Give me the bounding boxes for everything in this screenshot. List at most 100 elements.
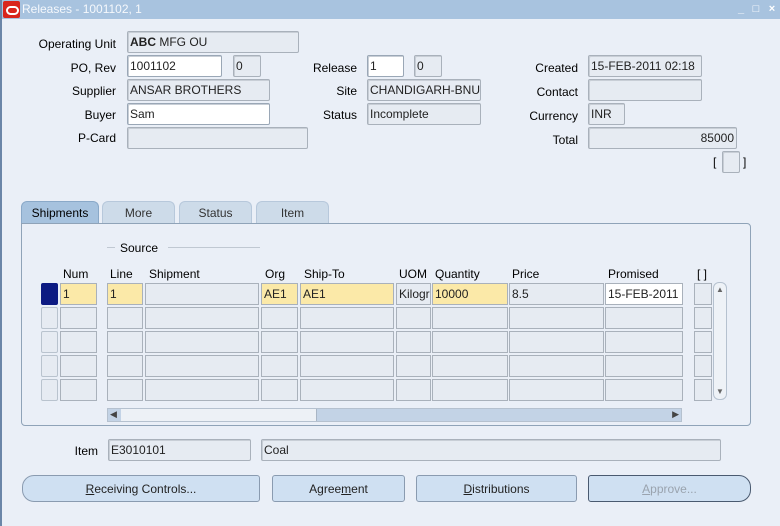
row-selector[interactable] [41, 331, 58, 353]
num-cell[interactable] [60, 379, 97, 401]
price-cell[interactable] [509, 355, 604, 377]
flex-cell[interactable] [694, 331, 712, 353]
close-icon[interactable]: × [766, 3, 778, 15]
uom-cell[interactable] [396, 355, 431, 377]
price-cell[interactable]: 8.5 [509, 283, 604, 305]
flex-cell[interactable] [694, 379, 712, 401]
promised-cell[interactable] [605, 355, 683, 377]
receiving-controls-mnemonic: R [85, 482, 95, 496]
promised-cell[interactable] [605, 307, 683, 329]
minimize-icon[interactable]: _ [735, 3, 747, 15]
line-cell[interactable] [107, 355, 143, 377]
shipment-cell[interactable] [145, 331, 259, 353]
org-cell[interactable] [261, 355, 298, 377]
item-description-field[interactable]: Coal [261, 439, 721, 461]
flex-cell[interactable] [694, 307, 712, 329]
num-cell[interactable] [60, 331, 97, 353]
uom-cell[interactable] [396, 331, 431, 353]
shipment-cell[interactable] [145, 379, 259, 401]
shipment-cell[interactable] [145, 355, 259, 377]
scroll-left-icon[interactable]: ◀ [110, 409, 117, 420]
ship-to-cell[interactable] [300, 355, 394, 377]
quantity-cell[interactable] [432, 355, 508, 377]
tab-item[interactable]: Item [256, 201, 329, 224]
po-number-field[interactable]: 1001102 [127, 55, 222, 77]
uom-cell[interactable] [396, 307, 431, 329]
ship-to-cell[interactable] [300, 379, 394, 401]
shipment-cell[interactable] [145, 307, 259, 329]
maximize-icon[interactable]: □ [750, 3, 762, 15]
site-label: Site [336, 84, 357, 98]
tab-shipments[interactable]: Shipments [21, 201, 99, 224]
price-cell[interactable] [509, 331, 604, 353]
line-cell[interactable] [107, 307, 143, 329]
uom-cell[interactable] [396, 379, 431, 401]
scroll-down-icon[interactable]: ▼ [716, 387, 724, 396]
org-cell[interactable] [261, 307, 298, 329]
agreement-button[interactable]: Agreement [272, 475, 405, 502]
price-cell[interactable] [509, 307, 604, 329]
ship-to-cell[interactable] [300, 331, 394, 353]
uom-cell[interactable]: Kilogram [396, 283, 431, 305]
promised-cell[interactable] [605, 379, 683, 401]
flex-cell[interactable] [694, 355, 712, 377]
operating-unit-label: Operating Unit [38, 37, 116, 51]
currency-field[interactable]: INR [588, 103, 625, 125]
horizontal-scroll-thumb[interactable] [121, 409, 317, 421]
tab-status[interactable]: Status [179, 201, 252, 224]
operating-unit-field[interactable]: ABC MFG OU [127, 31, 299, 53]
quantity-cell[interactable] [432, 379, 508, 401]
num-cell[interactable] [60, 307, 97, 329]
line-cell[interactable] [107, 331, 143, 353]
org-cell[interactable]: AE1 [261, 283, 298, 305]
row-selector[interactable] [41, 307, 58, 329]
contact-field[interactable] [588, 79, 702, 101]
distributions-label: istributions [472, 482, 530, 496]
pcard-field[interactable] [127, 127, 308, 149]
ship-to-cell[interactable] [300, 307, 394, 329]
quantity-cell[interactable] [432, 307, 508, 329]
row-selector[interactable] [41, 355, 58, 377]
tab-more[interactable]: More [102, 201, 175, 224]
promised-cell[interactable]: 15-FEB-2011 [605, 283, 683, 305]
line-cell[interactable] [107, 379, 143, 401]
approve-button[interactable]: Approve... [588, 475, 751, 502]
supplier-field[interactable]: ANSAR BROTHERS [127, 79, 270, 101]
flex-cell[interactable] [694, 283, 712, 305]
line-cell[interactable]: 1 [107, 283, 143, 305]
num-cell[interactable] [60, 355, 97, 377]
distributions-button[interactable]: Distributions [416, 475, 577, 502]
org-cell[interactable] [261, 331, 298, 353]
row-selector[interactable] [41, 283, 58, 305]
po-revision-field[interactable]: 0 [233, 55, 261, 77]
item-code-field[interactable]: E3010101 [108, 439, 251, 461]
release-number-field[interactable]: 1 [367, 55, 404, 77]
quantity-cell[interactable] [432, 331, 508, 353]
vertical-scrollbar[interactable]: ▲ ▼ [713, 282, 727, 400]
source-group-label: Source [120, 241, 159, 255]
num-cell[interactable]: 1 [60, 283, 97, 305]
release-revision-field[interactable]: 0 [414, 55, 442, 77]
horizontal-scrollbar[interactable]: ◀ ▶ [107, 408, 682, 422]
scroll-right-icon[interactable]: ▶ [672, 409, 679, 420]
flex-bracket-close: ] [743, 155, 747, 169]
receiving-controls-button[interactable]: Receiving Controls... [22, 475, 260, 502]
buyer-field[interactable]: Sam [127, 103, 270, 125]
col-header-line: Line [110, 267, 133, 281]
agreement-label-rest: ent [351, 482, 368, 496]
price-cell[interactable] [509, 379, 604, 401]
promised-cell[interactable] [605, 331, 683, 353]
shipment-cell[interactable] [145, 283, 259, 305]
quantity-cell[interactable]: 10000 [432, 283, 508, 305]
row-selector[interactable] [41, 379, 58, 401]
org-cell[interactable] [261, 379, 298, 401]
col-header-promised: Promised [608, 267, 659, 281]
site-field[interactable]: CHANDIGARH-BNU [367, 79, 481, 101]
scroll-up-icon[interactable]: ▲ [716, 285, 724, 294]
po-rev-label: PO, Rev [70, 61, 116, 75]
ship-to-cell[interactable]: AE1 [300, 283, 394, 305]
oracle-logo-icon [3, 1, 20, 18]
pcard-label: P-Card [77, 131, 116, 145]
descriptive-flexfield[interactable] [722, 151, 740, 173]
operating-unit-bold: ABC [130, 35, 156, 49]
